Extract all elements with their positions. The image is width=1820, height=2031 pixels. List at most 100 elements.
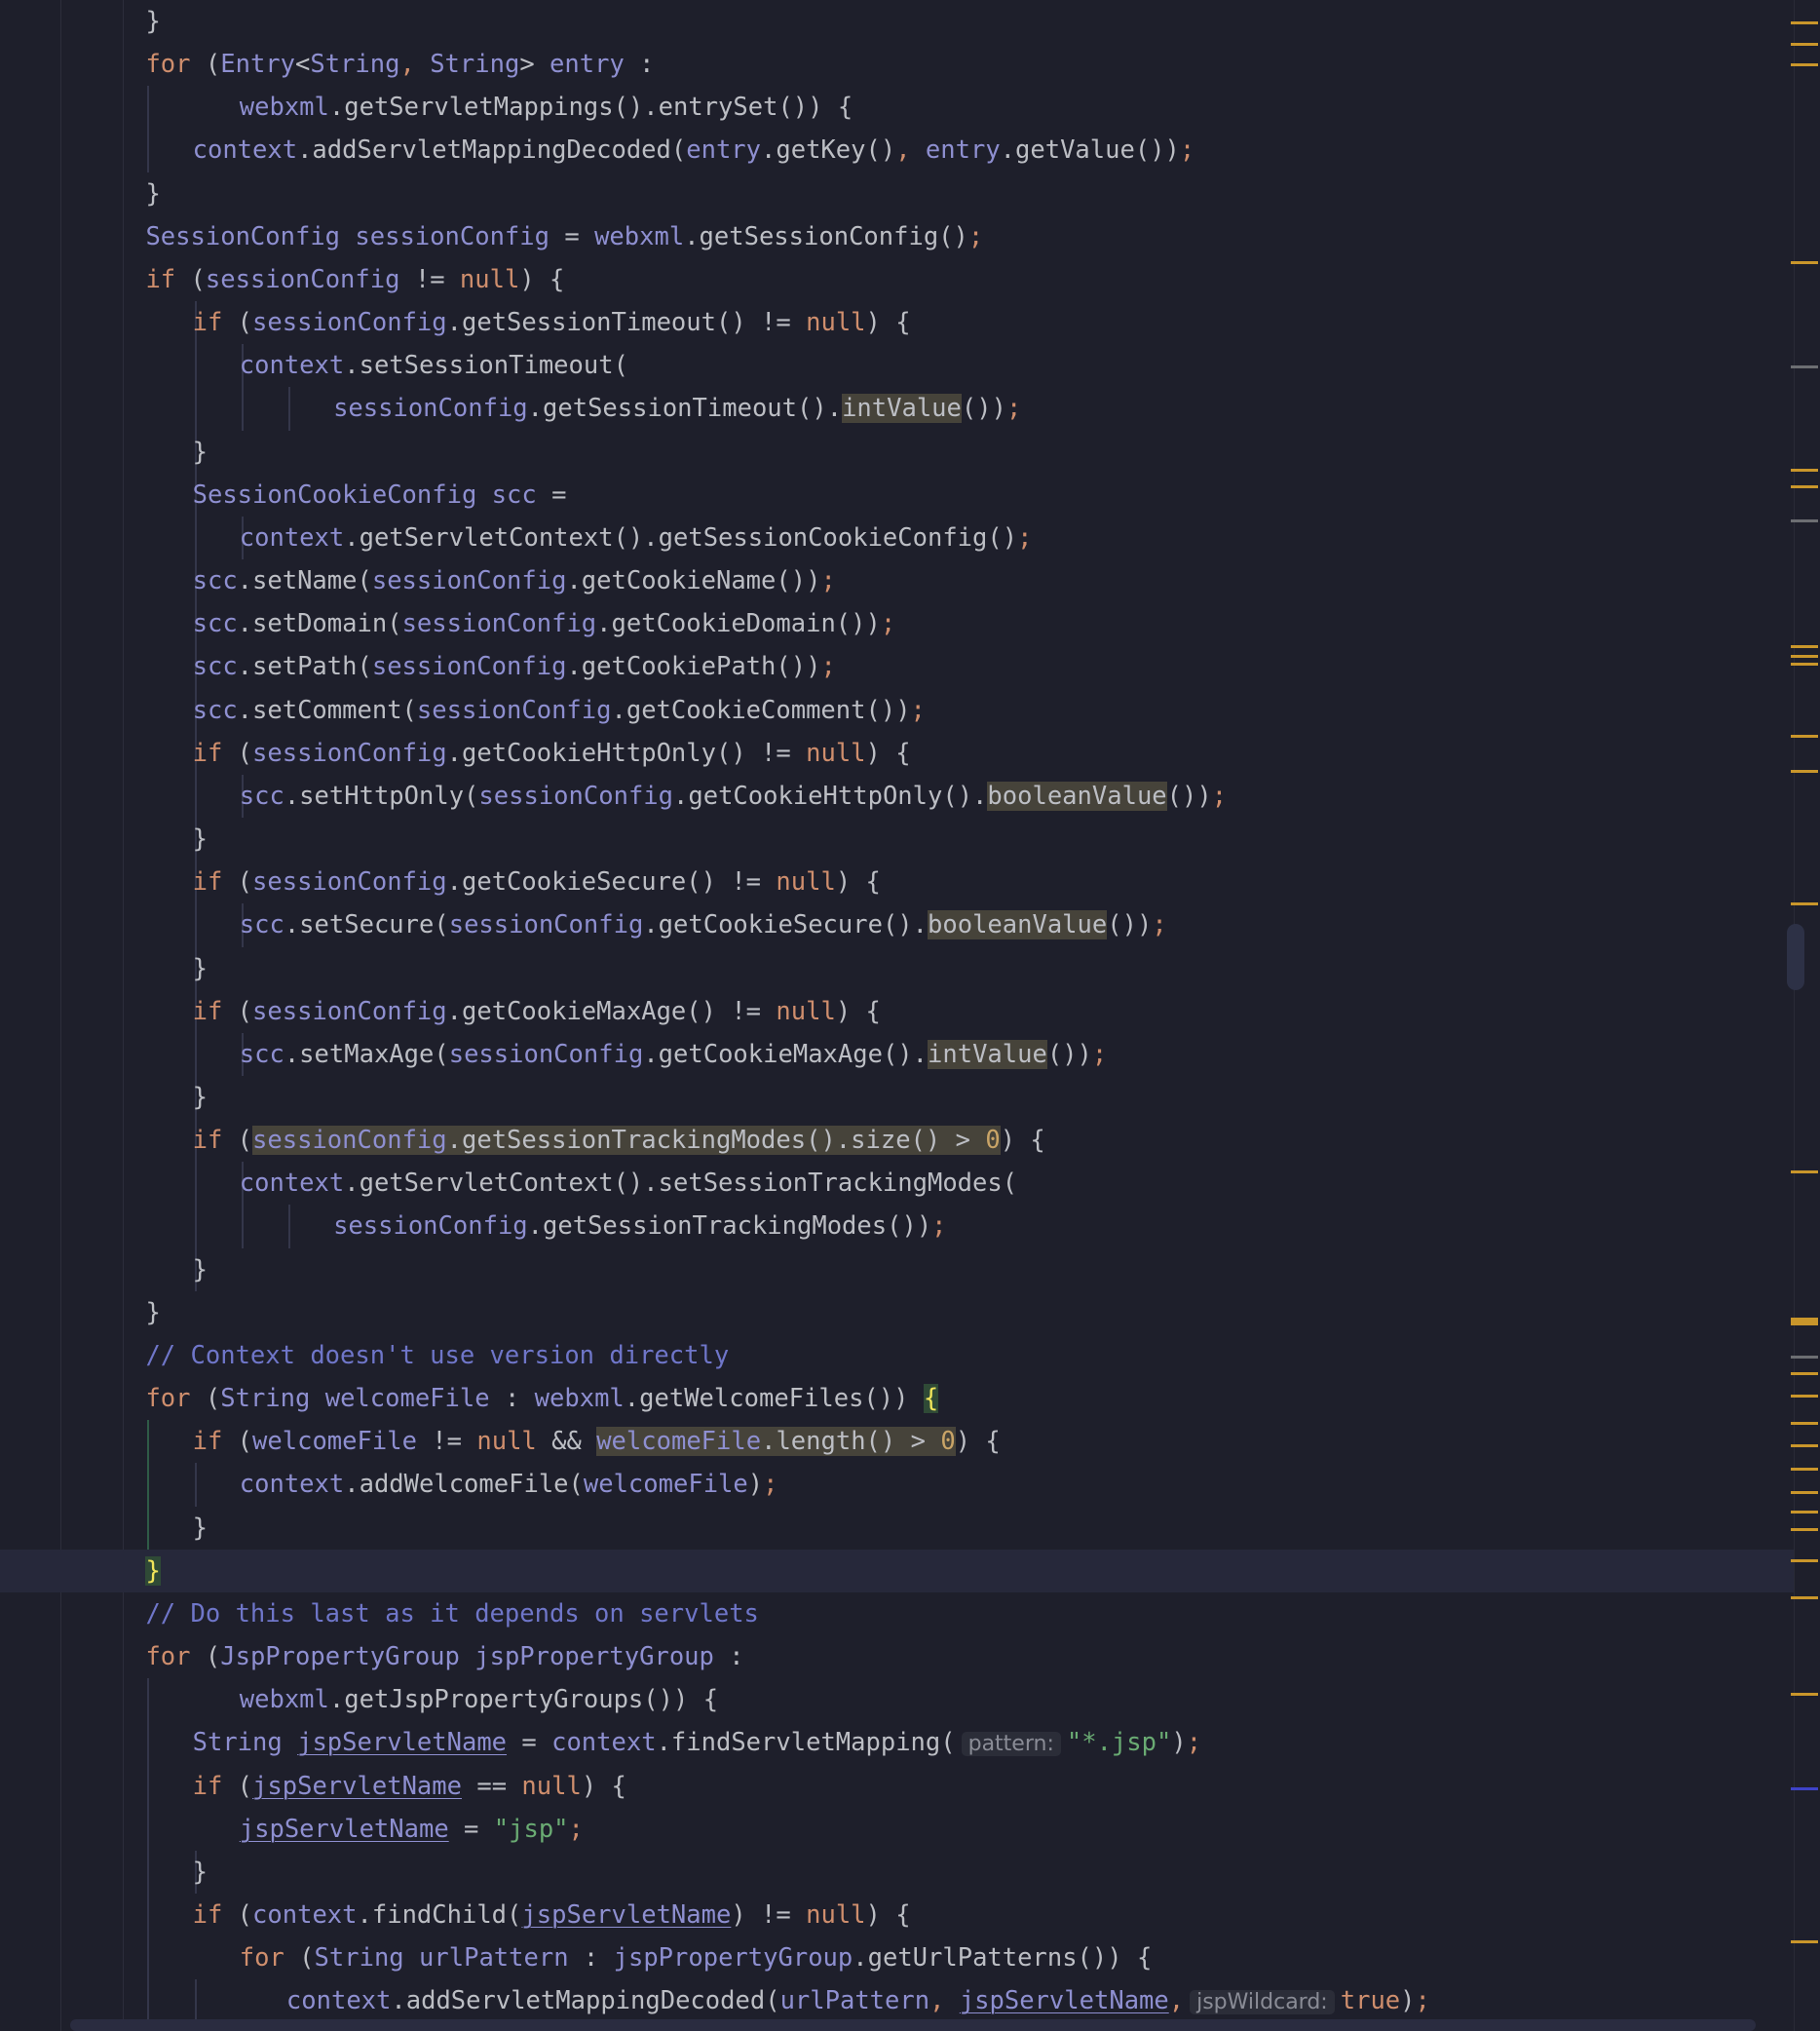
code-line[interactable]: scc.setMaxAge(sessionConfig.getCookieMax… [0,1033,1795,1076]
code-token: if [192,1900,223,1931]
code-line[interactable]: } [0,431,1795,474]
code-line[interactable]: scc.setSecure(sessionConfig.getCookieSec… [0,903,1795,946]
scrollbar-marker [1791,1940,1818,1943]
code-line[interactable]: webxml.getJspPropertyGroups()) { [0,1678,1795,1721]
code-token: context [551,1728,657,1758]
code-token: if [192,738,223,768]
code-token: .length() > [761,1427,941,1457]
code-line[interactable]: webxml.getServletMappings().entrySet()) … [0,86,1795,129]
code-text: for (Entry<String, String> entry : [145,43,654,86]
code-text: } [193,1851,208,1894]
code-line[interactable]: if (sessionConfig.getCookieHttpOnly() !=… [0,732,1795,775]
code-text: String jspServletName = context.findServ… [193,1721,1201,1766]
code-token: sessionConfig [448,1039,644,1069]
code-line[interactable]: if (jspServletName == null) { [0,1765,1795,1808]
code-line[interactable]: if (sessionConfig.getCookieMaxAge() != n… [0,990,1795,1033]
code-token: = [507,1728,552,1758]
code-line[interactable]: } [0,172,1795,215]
scrollbar-marker [1791,1693,1818,1696]
code-line[interactable]: context.getServletContext().setSessionTr… [0,1162,1795,1205]
code-line[interactable]: if (sessionConfig.getSessionTimeout() !=… [0,301,1795,344]
code-editor[interactable]: } for (Entry<String, String> entry : webxm… [0,0,1795,2031]
code-line[interactable]: SessionConfig sessionConfig = webxml.get… [0,215,1795,258]
code-token: ( [175,264,206,294]
scrollbar-marker [1791,63,1818,66]
code-line[interactable]: scc.setDomain(sessionConfig.getCookieDom… [0,602,1795,645]
code-line[interactable]: if (welcomeFile != null && welcomeFile.l… [0,1420,1795,1463]
code-token: } [145,7,161,36]
code-text: SessionConfig sessionConfig = webxml.get… [145,215,983,258]
code-token: String [220,1384,311,1414]
code-line[interactable]: context.getServletContext().getSessionCo… [0,517,1795,559]
scrollbar-marker [1791,43,1818,46]
code-line[interactable]: if (sessionConfig.getCookieSecure() != n… [0,861,1795,903]
code-token: if [145,264,176,294]
code-line[interactable]: context.addServletMappingDecoded(urlPatt… [0,1979,1795,2022]
code-line[interactable]: scc.setComment(sessionConfig.getCookieCo… [0,689,1795,732]
code-line[interactable]: } [0,1291,1795,1334]
code-text: scc.setMaxAge(sessionConfig.getCookieMax… [239,1033,1107,1076]
code-line[interactable]: } [0,818,1795,861]
code-line[interactable]: } [0,1248,1795,1291]
code-token: ( [284,1943,315,1974]
horizontal-scrollbar[interactable] [70,2019,1756,2031]
code-line[interactable]: sessionConfig.getSessionTrackingModes())… [0,1205,1795,1247]
code-line[interactable]: context.setSessionTimeout( [0,344,1795,387]
code-line[interactable]: if (sessionConfig != null) { [0,258,1795,301]
code-token: .setPath( [237,652,372,682]
code-token: booleanValue [928,910,1108,940]
code-line[interactable]: for (Entry<String, String> entry : [0,43,1795,86]
code-line[interactable]: for (String urlPattern : jspPropertyGrou… [0,1936,1795,1979]
code-token: ; [763,1470,778,1500]
code-line[interactable]: context.addServletMappingDecoded(entry.g… [0,129,1795,172]
code-text: sessionConfig.getSessionTimeout().intVal… [333,387,1021,430]
code-token: .addServletMappingDecoded( [297,135,687,166]
code-line[interactable]: scc.setHttpOnly(sessionConfig.getCookieH… [0,775,1795,818]
code-token: sessionConfig [448,910,644,940]
code-line[interactable]: // Do this last as it depends on servlet… [0,1592,1795,1635]
code-token: : [489,1384,535,1414]
code-line[interactable]: } [0,0,1795,43]
code-token: sessionConfig [478,781,674,811]
code-line[interactable]: } [0,947,1795,990]
code-line[interactable]: SessionCookieConfig scc = [0,474,1795,517]
code-line[interactable]: if (sessionConfig.getSessionTrackingMode… [0,1119,1795,1162]
code-line[interactable]: for (String welcomeFile : webxml.getWelc… [0,1377,1795,1420]
scrollbar-thumb[interactable] [1787,924,1804,990]
code-line[interactable]: } [0,1851,1795,1894]
code-token: ( [222,1427,253,1457]
code-token: scc [239,1039,284,1069]
code-line[interactable]: scc.setPath(sessionConfig.getCookiePath(… [0,645,1795,688]
code-text: } [193,818,208,861]
code-line[interactable]: context.addWelcomeFile(welcomeFile); [0,1463,1795,1506]
code-line[interactable]: } [0,1507,1795,1550]
scrollbar-marker [1791,1528,1818,1531]
code-token: ) != [731,1900,807,1931]
code-token: context [285,1986,392,2016]
code-line[interactable]: scc.setName(sessionConfig.getCookieName(… [0,559,1795,602]
code-token: .addWelcomeFile( [344,1470,584,1500]
code-token: , [1168,1986,1185,2016]
code-line[interactable]: String jspServletName = context.findServ… [0,1721,1795,1764]
code-line[interactable]: } [0,1549,1795,1592]
code-token: ) { [519,264,565,294]
code-token: && [536,1427,597,1457]
code-text: if (sessionConfig.getCookieSecure() != n… [193,861,881,903]
code-line[interactable]: sessionConfig.getSessionTimeout().intVal… [0,387,1795,430]
code-token: ) [1171,1728,1187,1758]
code-token: ()) [1046,1039,1092,1069]
code-line[interactable]: for (JspPropertyGroup jspPropertyGroup : [0,1635,1795,1678]
code-text: sessionConfig.getSessionTrackingModes())… [333,1205,946,1247]
code-line[interactable]: if (context.findChild(jspServletName) !=… [0,1894,1795,1936]
scrollbar-marker [1791,1511,1818,1514]
code-line[interactable]: // Context doesn't use version directly [0,1334,1795,1377]
vertical-scrollbar[interactable] [1787,0,1820,2031]
code-token: sessionConfig [205,264,400,294]
code-line[interactable]: } [0,1076,1795,1119]
code-text: SessionCookieConfig scc = [193,474,567,517]
code-token: null [776,867,836,898]
code-line[interactable]: jspServletName = "jsp"; [0,1808,1795,1851]
